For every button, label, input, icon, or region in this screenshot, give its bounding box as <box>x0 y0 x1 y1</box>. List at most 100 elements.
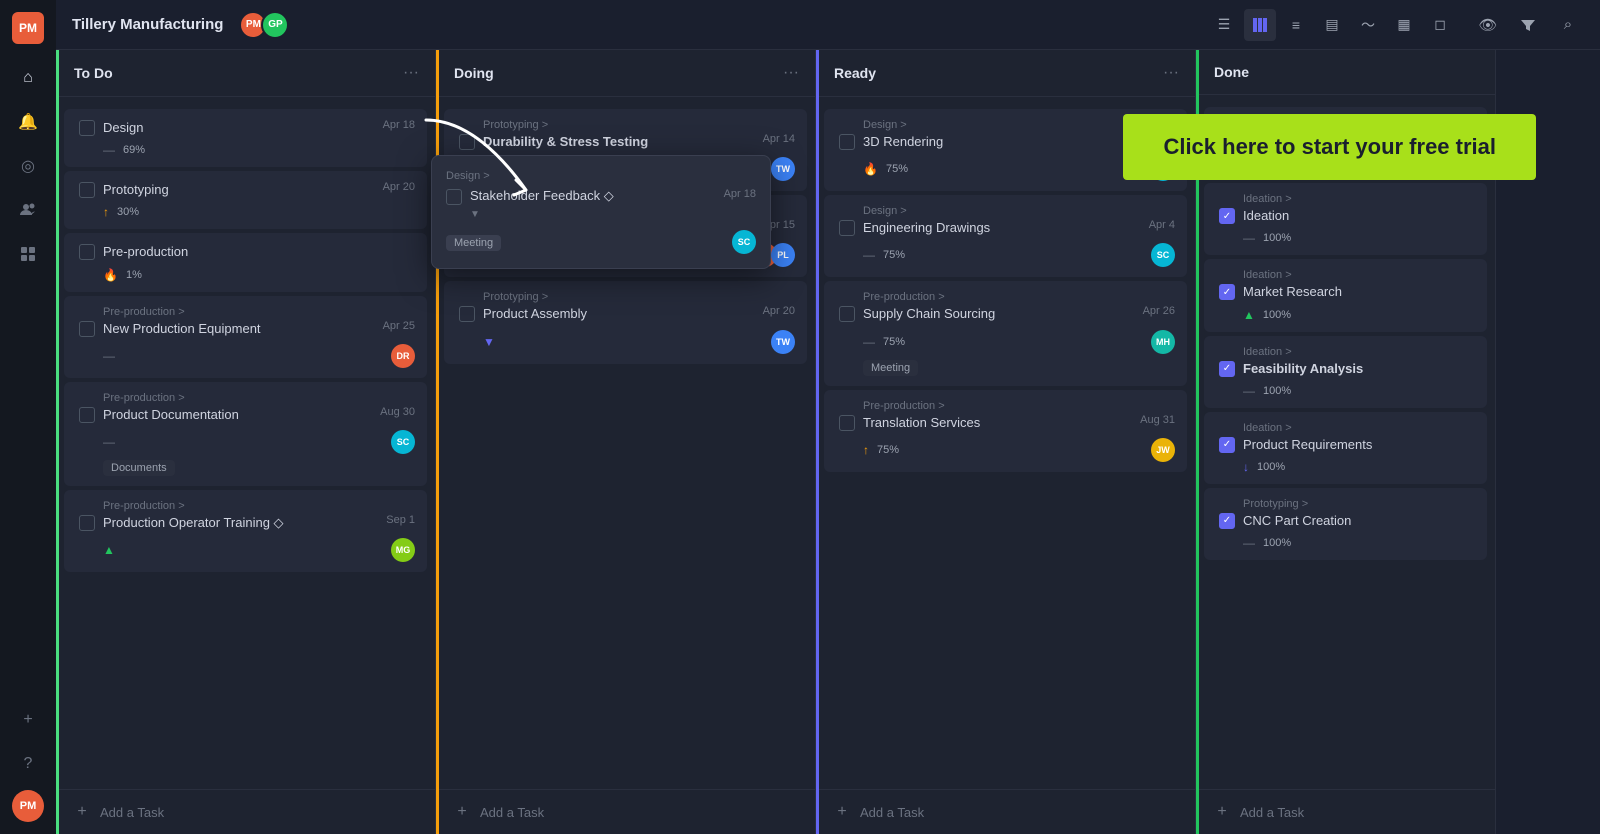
task-category-feasibility: Ideation > <box>1219 346 1475 358</box>
search-icon[interactable]: ⌕ <box>1552 9 1584 41</box>
cta-banner[interactable]: Click here to start your free trial <box>1123 114 1536 180</box>
sidebar-item-projects[interactable] <box>10 236 46 272</box>
sidebar-item-add[interactable]: + <box>10 702 46 738</box>
task-checkbox-operator-training[interactable] <box>79 515 95 531</box>
task-checkbox-durability[interactable] <box>459 134 475 150</box>
task-name-new-equipment: New Production Equipment <box>103 320 375 338</box>
calendar-view-btn[interactable]: ▦ <box>1388 9 1420 41</box>
task-checkbox-market-research[interactable] <box>1219 284 1235 300</box>
task-avatar-supply-chain: MH <box>1151 330 1175 354</box>
add-task-todo[interactable]: + Add a Task <box>56 789 435 834</box>
task-card-product-assembly[interactable]: Prototyping > Product Assembly Apr 20 ▼ … <box>444 281 807 363</box>
task-checkbox-feasibility[interactable] <box>1219 361 1235 377</box>
task-card-cnc[interactable]: Prototyping > CNC Part Creation — 100% <box>1204 488 1487 560</box>
task-card-ideation[interactable]: Ideation > Ideation — 100% <box>1204 183 1487 255</box>
task-card-supply-chain[interactable]: Pre-production > Supply Chain Sourcing A… <box>824 281 1187 385</box>
task-checkbox-cnc[interactable] <box>1219 513 1235 529</box>
progress-icon-cnc: — <box>1243 536 1255 550</box>
task-checkbox-3d-rendering[interactable] <box>839 134 855 150</box>
sidebar-item-notifications[interactable]: 🔔 <box>10 104 46 140</box>
sidebar-item-home[interactable]: ⌂ <box>10 60 46 96</box>
header-toolbar: ☰ ≡ ▤ 〜 ▦ ◻ <box>1208 9 1456 41</box>
task-progress-translation: 75% <box>877 444 899 456</box>
task-card-design[interactable]: Design Apr 18 — 69% <box>64 109 427 167</box>
task-date-engineering-drawings: Apr 4 <box>1149 219 1175 231</box>
column-menu-ready[interactable]: ··· <box>1163 64 1179 82</box>
task-card-prototyping[interactable]: Prototyping Apr 20 ↑ 30% <box>64 171 427 229</box>
column-body-ready: Design > 3D Rendering Apr 6 🔥 75% SC <box>816 97 1195 789</box>
task-card-translation[interactable]: Pre-production > Translation Services Au… <box>824 390 1187 472</box>
header-avatars: PM GP <box>239 11 289 39</box>
table-view-btn[interactable]: ▤ <box>1316 9 1348 41</box>
task-badge-product-docs: Documents <box>103 460 175 476</box>
progress-icon-translation: ↑ <box>863 443 869 457</box>
floating-card: Design > Stakeholder Feedback ◇ Apr 18 ▼… <box>431 155 771 269</box>
watch-icon[interactable]: 👁 <box>1472 9 1504 41</box>
add-task-doing[interactable]: + Add a Task <box>436 789 815 834</box>
task-badge-supply-chain: Meeting <box>863 360 918 376</box>
gantt-view-btn[interactable]: ≡ <box>1280 9 1312 41</box>
task-avatar-engineering-drawings: SC <box>1151 243 1175 267</box>
task-category-product-docs: Pre-production > <box>79 392 415 404</box>
task-name-product-requirements: Product Requirements <box>1243 436 1475 454</box>
main-area: Tillery Manufacturing PM GP ☰ ≡ ▤ 〜 ▦ ◻ … <box>56 0 1600 834</box>
board-wrapper: To Do ··· Design Apr 18 — 69% <box>56 50 1600 834</box>
column-body-done: Ideation > Stakeholder Feedback ◇ ↓ 100%… <box>1196 95 1495 789</box>
sidebar: PM ⌂ 🔔 ◎ + ? PM <box>0 0 56 834</box>
task-card-product-requirements[interactable]: Ideation > Product Requirements ↓ 100% <box>1204 412 1487 484</box>
column-menu-todo[interactable]: ··· <box>403 64 419 82</box>
task-progress-feasibility: 100% <box>1263 385 1291 397</box>
floating-card-expand: ▼ <box>446 209 756 220</box>
task-card-engineering-drawings[interactable]: Design > Engineering Drawings Apr 4 — 75… <box>824 195 1187 277</box>
task-name-translation: Translation Services <box>863 414 1132 432</box>
sidebar-item-activity[interactable]: ◎ <box>10 148 46 184</box>
board-view-btn[interactable] <box>1244 9 1276 41</box>
progress-icon-feasibility: — <box>1243 384 1255 398</box>
task-name-product-docs: Product Documentation <box>103 406 372 424</box>
activity-view-btn[interactable]: 〜 <box>1352 9 1384 41</box>
app-logo[interactable]: PM <box>12 12 44 44</box>
task-card-feasibility[interactable]: Ideation > Feasibility Analysis — 100% <box>1204 336 1487 408</box>
task-card-operator-training[interactable]: Pre-production > Production Operator Tra… <box>64 490 427 572</box>
header-avatar-1[interactable]: GP <box>261 11 289 39</box>
task-category-product-assembly: Prototyping > <box>459 291 795 303</box>
task-checkbox-prototyping[interactable] <box>79 182 95 198</box>
column-menu-doing[interactable]: ··· <box>783 64 799 82</box>
user-avatar[interactable]: PM <box>12 790 44 822</box>
task-progress-market-research: 100% <box>1263 309 1291 321</box>
task-name-prototyping: Prototyping <box>103 181 375 199</box>
list-view-btn[interactable]: ☰ <box>1208 9 1240 41</box>
add-task-done[interactable]: + Add a Task <box>1196 789 1495 834</box>
sidebar-item-people[interactable] <box>10 192 46 228</box>
add-task-plus-todo: + <box>72 802 92 822</box>
column-title-todo: To Do <box>74 65 403 81</box>
filter-icon[interactable] <box>1512 9 1544 41</box>
progress-icon-engineering-drawings: — <box>863 248 875 262</box>
task-checkbox-ideation[interactable] <box>1219 208 1235 224</box>
sidebar-item-help[interactable]: ? <box>10 746 46 782</box>
floating-card-checkbox[interactable] <box>446 189 462 205</box>
task-card-new-equipment[interactable]: Pre-production > New Production Equipmen… <box>64 296 427 378</box>
doc-view-btn[interactable]: ◻ <box>1424 9 1456 41</box>
task-checkbox-preproduction[interactable] <box>79 244 95 260</box>
task-checkbox-supply-chain[interactable] <box>839 306 855 322</box>
task-card-market-research[interactable]: Ideation > Market Research ▲ 100% <box>1204 259 1487 331</box>
task-checkbox-product-docs[interactable] <box>79 407 95 423</box>
task-card-preproduction[interactable]: Pre-production 🔥 1% <box>64 233 427 291</box>
task-date-durability: Apr 14 <box>763 133 795 145</box>
floating-card-avatar: SC <box>732 230 756 254</box>
task-checkbox-product-requirements[interactable] <box>1219 437 1235 453</box>
task-avatar-pl: PL <box>771 243 795 267</box>
task-card-product-docs[interactable]: Pre-production > Product Documentation A… <box>64 382 427 486</box>
task-checkbox-product-assembly[interactable] <box>459 306 475 322</box>
task-checkbox-engineering-drawings[interactable] <box>839 220 855 236</box>
task-checkbox-new-equipment[interactable] <box>79 321 95 337</box>
add-task-ready[interactable]: + Add a Task <box>816 789 1195 834</box>
column-todo: To Do ··· Design Apr 18 — 69% <box>56 50 436 834</box>
task-checkbox-translation[interactable] <box>839 415 855 431</box>
progress-icon-preproduction: 🔥 <box>103 268 118 282</box>
task-avatar-product-assembly: TW <box>771 330 795 354</box>
task-checkbox-design[interactable] <box>79 120 95 136</box>
task-name-market-research: Market Research <box>1243 283 1475 301</box>
task-name-operator-training: Production Operator Training ◇ <box>103 514 378 532</box>
